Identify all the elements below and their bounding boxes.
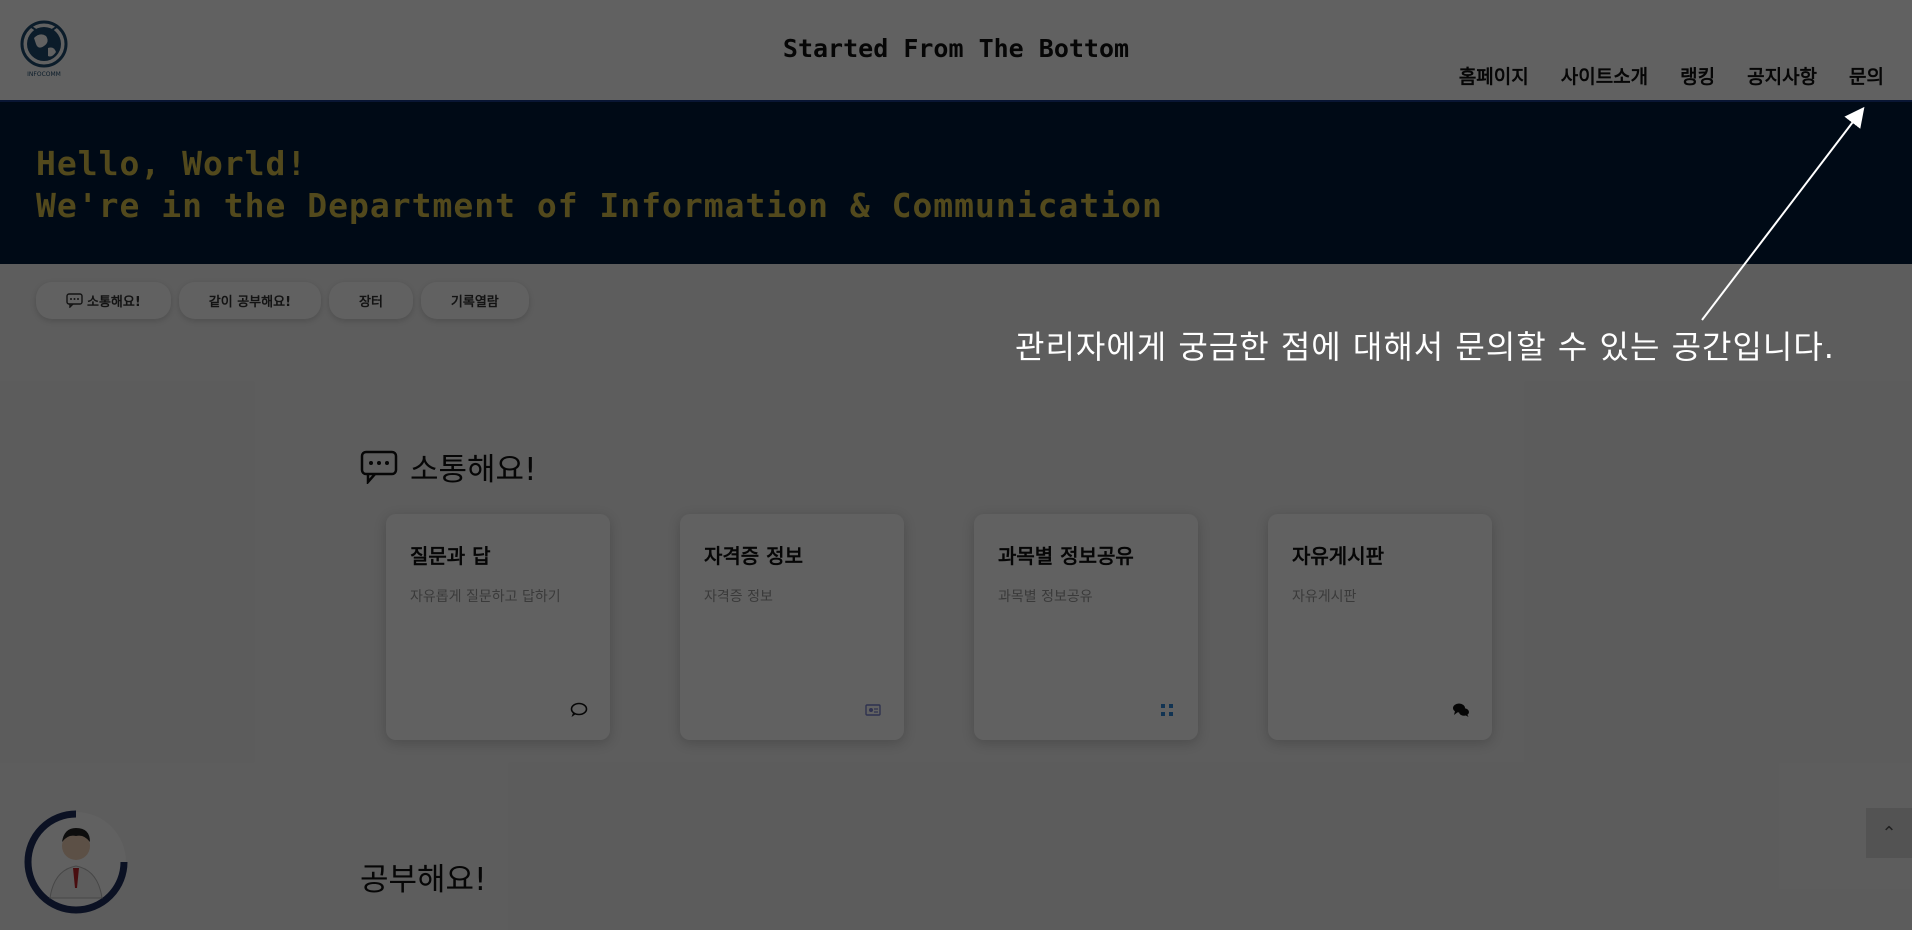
tooltip-text: 관리자에게 궁금한 점에 대해서 문의할 수 있는 공간입니다.	[1015, 328, 1835, 366]
tooltip-arrow	[1701, 106, 1865, 321]
